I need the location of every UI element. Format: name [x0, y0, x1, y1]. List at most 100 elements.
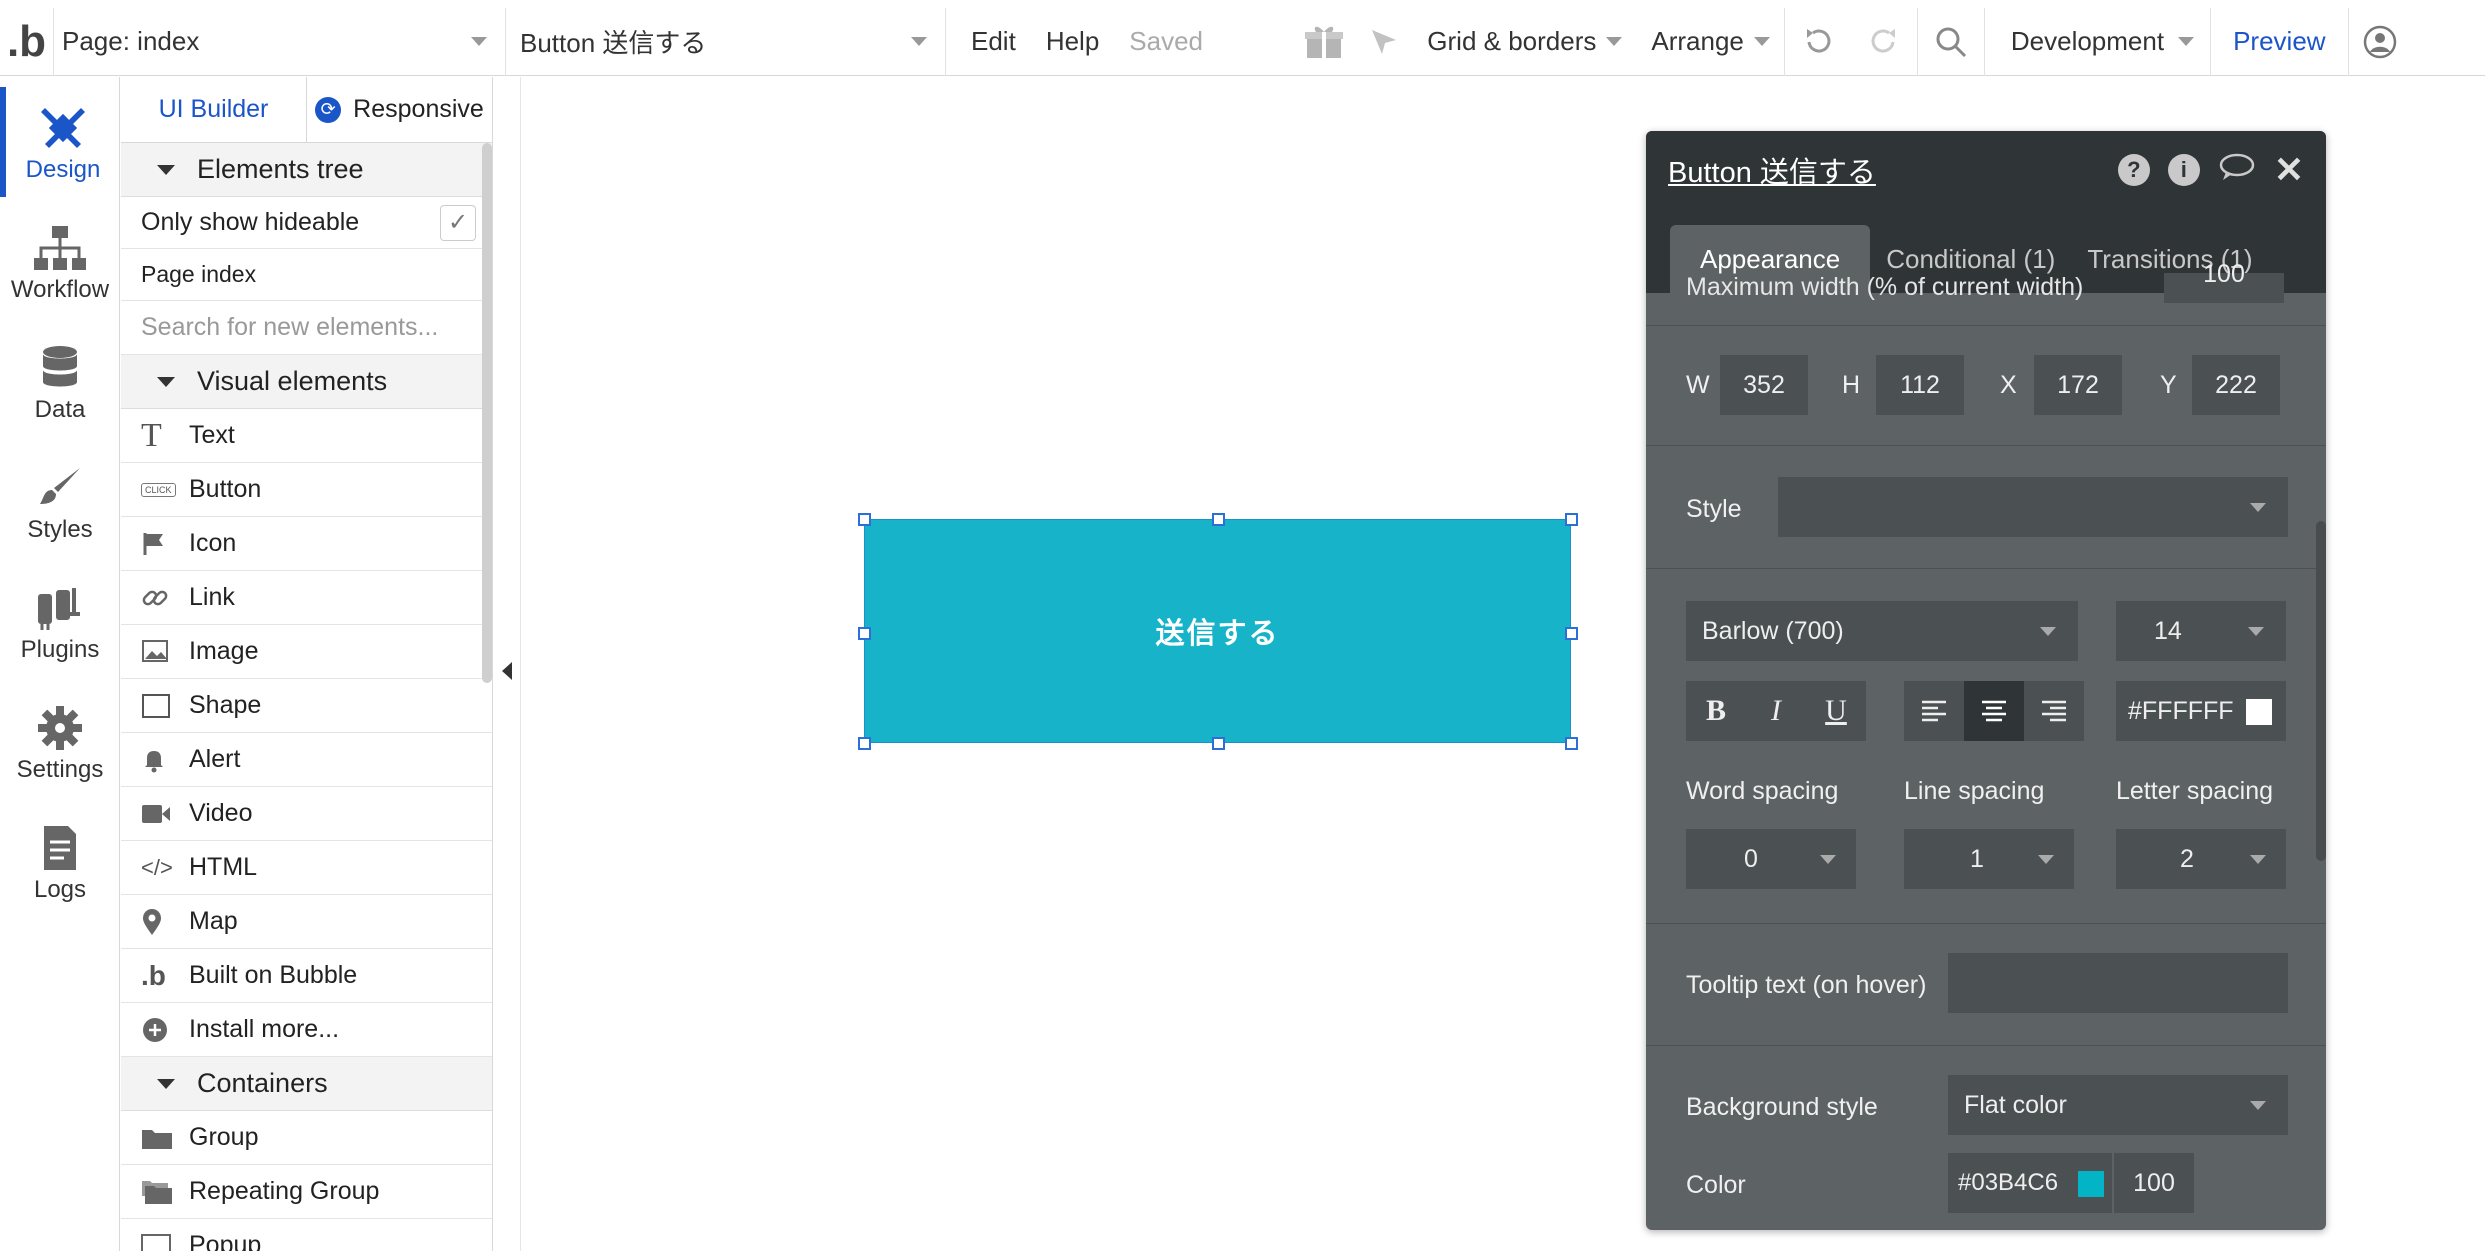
element-text[interactable]: T Text — [121, 409, 492, 463]
nav-plugins[interactable]: Plugins — [0, 567, 120, 677]
gear-icon — [36, 700, 84, 756]
align-left-button[interactable] — [1904, 681, 1964, 741]
word-spacing-dropdown[interactable]: 0 — [1686, 829, 1856, 889]
color-swatch-cell[interactable] — [2072, 1153, 2112, 1213]
edit-menu[interactable]: Edit — [946, 8, 1031, 76]
element-icon[interactable]: Icon — [121, 517, 492, 571]
underline-button[interactable]: U — [1806, 681, 1866, 741]
nav-workflow[interactable]: Workflow — [0, 207, 120, 317]
undo-icon[interactable] — [1785, 8, 1851, 76]
property-editor-header[interactable]: Button 送信する ? i ✕ — [1646, 131, 2326, 208]
bubble-logo[interactable]: .b — [0, 7, 54, 76]
resize-handle-left[interactable] — [858, 627, 871, 640]
y-field[interactable]: 222 — [2192, 355, 2280, 415]
align-center-button[interactable] — [1964, 681, 2024, 741]
tree-item-page-index[interactable]: Page index — [121, 249, 492, 301]
element-group[interactable]: Group — [121, 1111, 492, 1165]
chevron-down-icon — [2250, 503, 2266, 512]
background-style-dropdown[interactable]: Flat color — [1948, 1075, 2288, 1135]
resize-handle-top-left[interactable] — [858, 513, 871, 526]
comment-icon[interactable] — [2218, 152, 2256, 187]
nav-settings[interactable]: Settings — [0, 687, 120, 797]
visual-elements-header[interactable]: Visual elements — [121, 355, 492, 409]
resize-handle-bottom-right[interactable] — [1565, 737, 1578, 750]
element-button[interactable]: CLICK Button — [121, 463, 492, 517]
tab-ui-builder[interactable]: UI Builder — [121, 77, 306, 142]
element-html[interactable]: </> HTML — [121, 841, 492, 895]
help-icon[interactable]: ? — [2117, 153, 2150, 186]
search-icon[interactable] — [1916, 7, 1984, 76]
cursor-icon[interactable] — [1356, 8, 1412, 76]
only-show-hideable-checkbox[interactable]: ✓ — [440, 204, 476, 241]
close-icon[interactable]: ✕ — [2274, 151, 2304, 188]
style-dropdown[interactable] — [1778, 477, 2288, 537]
panel-scrollbar[interactable] — [482, 143, 492, 683]
design-icon — [37, 100, 89, 156]
color-swatch[interactable] — [2078, 1171, 2104, 1197]
preview-button[interactable]: Preview — [2211, 7, 2349, 76]
help-menu[interactable]: Help — [1031, 8, 1114, 76]
element-shape[interactable]: Shape — [121, 679, 492, 733]
max-width-field[interactable]: 100 — [2164, 260, 2284, 303]
color-hex-field[interactable]: #03B4C6 — [1948, 1153, 2072, 1213]
line-spacing-dropdown[interactable]: 1 — [1904, 829, 2074, 889]
tooltip-input[interactable] — [1948, 953, 2288, 1013]
tab-responsive[interactable]: ⟳ Responsive — [306, 77, 492, 142]
element-icon-label: Icon — [189, 529, 237, 557]
install-more[interactable]: Install more... — [121, 1003, 492, 1057]
color-hex-value: #03B4C6 — [1958, 1169, 2059, 1196]
resize-handle-bottom-left[interactable] — [858, 737, 871, 750]
nav-styles[interactable]: Styles — [0, 447, 120, 557]
element-video[interactable]: Video — [121, 787, 492, 841]
x-field[interactable]: 172 — [2034, 355, 2122, 415]
redo-icon[interactable] — [1851, 8, 1917, 76]
text-color-field[interactable]: #FFFFFF — [2116, 681, 2286, 741]
italic-button[interactable]: I — [1746, 681, 1806, 741]
resize-handle-top-right[interactable] — [1565, 513, 1578, 526]
containers-header[interactable]: Containers — [121, 1057, 492, 1111]
resize-handle-right[interactable] — [1565, 627, 1578, 640]
bold-button[interactable]: B — [1686, 681, 1746, 741]
elements-tree-header[interactable]: Elements tree — [121, 143, 492, 197]
align-right-icon — [2042, 700, 2066, 722]
text-icon: T — [141, 416, 162, 454]
elements-tree-label: Elements tree — [197, 154, 364, 184]
element-image[interactable]: Image — [121, 625, 492, 679]
element-repeating-group[interactable]: Repeating Group — [121, 1165, 492, 1219]
avatar[interactable] — [2349, 8, 2411, 76]
element-link[interactable]: Link — [121, 571, 492, 625]
arrange-menu[interactable]: Arrange — [1637, 7, 1785, 76]
width-field[interactable]: 352 — [1720, 355, 1808, 415]
selected-button-element[interactable]: 送信する — [864, 519, 1571, 743]
info-icon[interactable]: i — [2167, 153, 2200, 186]
height-field[interactable]: 112 — [1876, 355, 1964, 415]
collapse-panel-icon[interactable] — [502, 662, 512, 680]
element-built-on-bubble[interactable]: .b Built on Bubble — [121, 949, 492, 1003]
element-popup[interactable]: Popup — [121, 1219, 492, 1251]
responsive-icon: ⟳ — [315, 96, 342, 123]
nav-design[interactable]: Design — [0, 87, 120, 197]
resize-handle-top[interactable] — [1212, 513, 1225, 526]
resize-handle-bottom[interactable] — [1212, 737, 1225, 750]
text-color-swatch[interactable] — [2246, 699, 2272, 725]
font-dropdown[interactable]: Barlow (700) — [1686, 601, 2078, 661]
divider — [1646, 325, 2326, 326]
align-right-button[interactable] — [2024, 681, 2084, 741]
font-size-dropdown[interactable]: 14 — [2116, 601, 2286, 661]
element-search-input[interactable]: Search for new elements... — [121, 301, 492, 355]
element-selector[interactable]: Button 送信する — [506, 7, 946, 76]
opacity-field[interactable]: 100 — [2112, 1153, 2194, 1213]
folders-icon — [141, 1178, 177, 1206]
nav-logs[interactable]: Logs — [0, 807, 120, 917]
nav-data[interactable]: Data — [0, 327, 120, 437]
property-editor-title[interactable]: Button 送信する — [1668, 149, 1876, 191]
nav-data-label: Data — [34, 396, 86, 423]
element-map[interactable]: Map — [121, 895, 492, 949]
letter-spacing-dropdown[interactable]: 2 — [2116, 829, 2286, 889]
element-alert[interactable]: Alert — [121, 733, 492, 787]
page-selector[interactable]: Page: index — [54, 7, 506, 76]
property-editor-scrollbar[interactable] — [2316, 521, 2326, 861]
grid-borders-menu[interactable]: Grid & borders — [1412, 8, 1637, 76]
gift-icon[interactable] — [1292, 8, 1356, 76]
environment-selector[interactable]: Development — [1983, 7, 2212, 76]
